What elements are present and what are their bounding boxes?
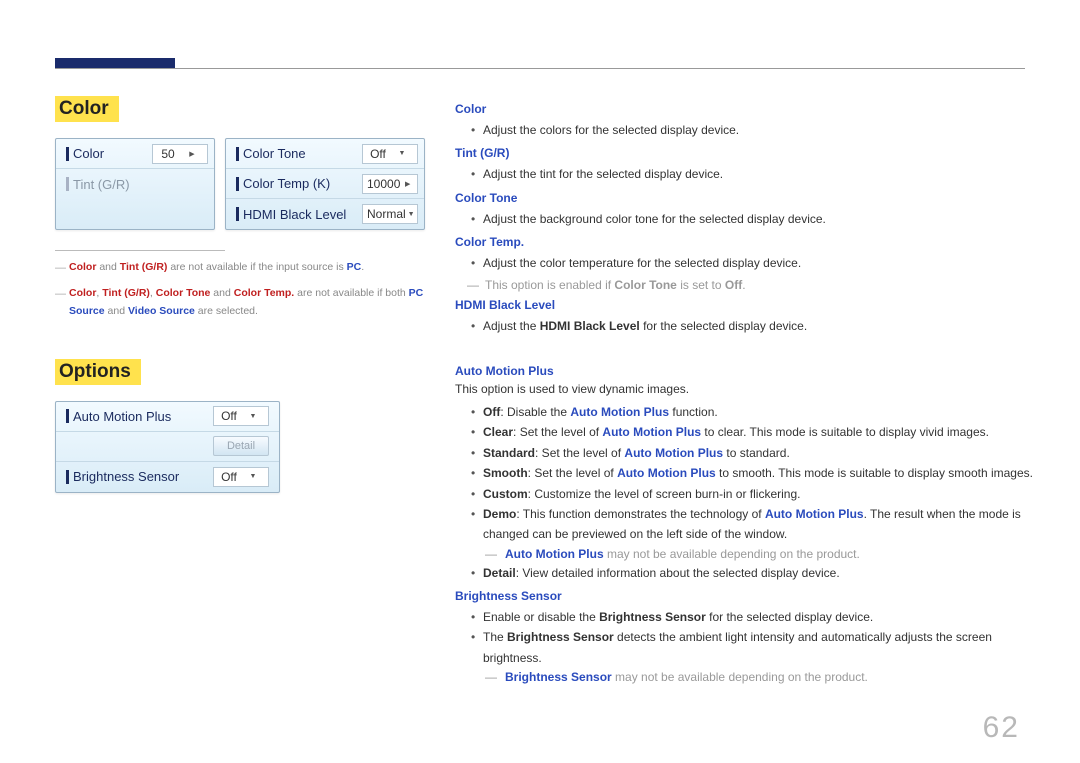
left-column: Color Color 50 Tint (G/R) Color Tone Off: [55, 96, 425, 686]
footnote-term: Color: [69, 287, 96, 299]
hdmi-value: Normal: [367, 207, 406, 221]
hdmi-black-level-row[interactable]: HDMI Black Level Normal: [226, 199, 424, 229]
color-temp-value: 10000: [367, 177, 400, 191]
footnote-term: PC: [347, 261, 362, 273]
detail-button-row: Detail: [56, 432, 279, 462]
heading-hdmi: HDMI Black Level: [455, 298, 1040, 312]
auto-motion-plus-row[interactable]: Auto Motion Plus Off: [56, 402, 279, 432]
amp-value: Off: [218, 409, 240, 423]
heading-auto-motion-plus: Auto Motion Plus: [455, 364, 1040, 378]
note-line: ―Brightness Sensor may not be available …: [485, 670, 1040, 684]
list-item: Off: Disable the Auto Motion Plus functi…: [457, 402, 1040, 422]
brightness-sensor-select[interactable]: Off: [213, 467, 269, 487]
footnote-term: Color Tone: [156, 287, 211, 299]
footnote-term: Color: [69, 261, 96, 273]
hdmi-black-level-select[interactable]: Normal: [362, 204, 418, 224]
header-tab: [55, 58, 175, 68]
color-tone-label: Color Tone: [243, 146, 362, 161]
right-column: Color Adjust the colors for the selected…: [455, 96, 1040, 686]
list-item: Standard: Set the level of Auto Motion P…: [457, 443, 1040, 463]
note-line: ―This option is enabled if Color Tone is…: [467, 278, 1040, 292]
header-divider: [55, 68, 1025, 69]
list-item: Adjust the color temperature for the sel…: [457, 253, 1040, 273]
brightness-sensor-row[interactable]: Brightness Sensor Off: [56, 462, 279, 492]
footnote-term: Video Source: [128, 305, 195, 317]
heading-color: Color: [455, 102, 1040, 116]
footnote-term: Tint (G/R): [102, 287, 150, 299]
footnote-term: Tint (G/R): [120, 261, 168, 273]
color-tone-row[interactable]: Color Tone Off: [226, 139, 424, 169]
brightness-sensor-label: Brightness Sensor: [73, 469, 213, 484]
color-row[interactable]: Color 50: [56, 139, 214, 169]
indicator-bar-icon: [66, 147, 69, 161]
auto-motion-plus-select[interactable]: Off: [213, 406, 269, 426]
color-tone-value: Off: [367, 147, 389, 161]
bs-value: Off: [218, 470, 240, 484]
list-item: Clear: Set the level of Auto Motion Plus…: [457, 422, 1040, 442]
options-panel-box: Auto Motion Plus Off Detail Brightness S…: [55, 401, 280, 493]
indicator-bar-icon: [66, 470, 69, 484]
footnote-rule: [55, 250, 225, 251]
color-temp-row[interactable]: Color Temp (K) 10000: [226, 169, 424, 199]
caret-right-icon: [402, 180, 413, 188]
footnote-2: ― Color, Tint (G/R), Color Tone and Colo…: [55, 285, 425, 321]
section-title-options: Options: [55, 359, 141, 385]
color-panel: Color 50 Tint (G/R) Color Tone Off Color…: [55, 138, 425, 230]
list-item: Demo: This function demonstrates the tec…: [457, 504, 1040, 545]
indicator-bar-icon: [66, 409, 69, 423]
list-item: Smooth: Set the level of Auto Motion Plu…: [457, 463, 1040, 483]
heading-brightness-sensor: Brightness Sensor: [455, 589, 1040, 603]
page-number: 62: [983, 711, 1020, 745]
hdmi-black-level-label: HDMI Black Level: [243, 207, 362, 222]
options-panel: Auto Motion Plus Off Detail Brightness S…: [55, 401, 425, 493]
list-item: The Brightness Sensor detects the ambien…: [457, 627, 1040, 668]
caret-down-icon: [408, 211, 415, 218]
list-item: Adjust the colors for the selected displ…: [457, 120, 1040, 140]
list-item: Adjust the HDMI Black Level for the sele…: [457, 316, 1040, 336]
note-line: ―Auto Motion Plus may not be available d…: [485, 547, 1040, 561]
section-title-color: Color: [55, 96, 119, 122]
amp-intro: This option is used to view dynamic imag…: [455, 382, 1040, 396]
heading-color-tone: Color Tone: [455, 191, 1040, 205]
tint-row: Tint (G/R): [56, 169, 214, 199]
color-temp-label: Color Temp (K): [243, 176, 362, 191]
color-value: 50: [157, 147, 179, 161]
list-item: Adjust the background color tone for the…: [457, 209, 1040, 229]
color-label: Color: [73, 146, 152, 161]
auto-motion-plus-label: Auto Motion Plus: [73, 409, 213, 424]
color-panel-right: Color Tone Off Color Temp (K) 10000 HDMI…: [225, 138, 425, 230]
indicator-bar-icon: [236, 147, 239, 161]
list-item: Custom: Customize the level of screen bu…: [457, 484, 1040, 504]
footnote-term: Color Temp.: [234, 287, 294, 299]
color-tone-select[interactable]: Off: [362, 144, 418, 164]
footnote-1: ― Color and Tint (G/R) are not available…: [55, 259, 425, 277]
indicator-bar-icon: [66, 177, 69, 191]
color-value-field[interactable]: 50: [152, 144, 208, 164]
heading-tint: Tint (G/R): [455, 146, 1040, 160]
caret-down-icon: [391, 150, 413, 157]
caret-down-icon: [242, 473, 264, 480]
color-panel-left: Color 50 Tint (G/R): [55, 138, 215, 230]
tint-label: Tint (G/R): [73, 177, 214, 192]
list-item: Detail: View detailed information about …: [457, 563, 1040, 583]
list-item: Adjust the tint for the selected display…: [457, 164, 1040, 184]
color-temp-field[interactable]: 10000: [362, 174, 418, 194]
indicator-bar-icon: [236, 177, 239, 191]
caret-down-icon: [242, 413, 264, 420]
main-columns: Color Color 50 Tint (G/R) Color Tone Off: [55, 96, 1040, 686]
caret-right-icon: [181, 150, 203, 158]
heading-color-temp: Color Temp.: [455, 235, 1040, 249]
indicator-bar-icon: [236, 207, 239, 221]
detail-button[interactable]: Detail: [213, 436, 269, 456]
list-item: Enable or disable the Brightness Sensor …: [457, 607, 1040, 627]
